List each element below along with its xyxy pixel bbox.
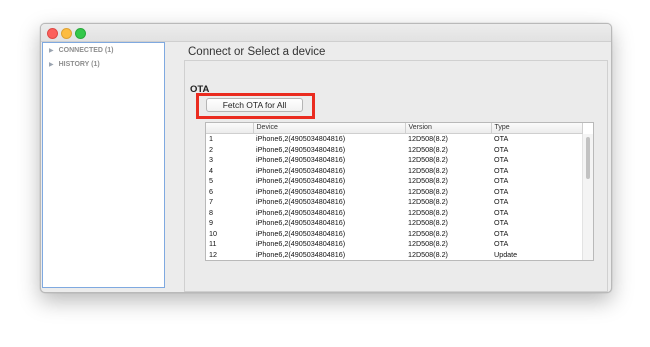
fetch-ota-button[interactable]: Fetch OTA for All bbox=[206, 98, 303, 112]
cell-index: 7 bbox=[209, 197, 213, 206]
table-row[interactable]: 9 iPhone6,2(4905034804816) 12D508(8.2) OTA bbox=[206, 218, 582, 229]
table-row[interactable]: 11 iPhone6,2(4905034804816) 12D508(8.2) OTA bbox=[206, 239, 582, 250]
disclosure-triangle-icon: ▶ bbox=[49, 48, 54, 54]
cell-version: 12D508(8.2) bbox=[408, 144, 448, 154]
table-row[interactable]: 8 iPhone6,2(4905034804816) 12D508(8.2) OTA bbox=[206, 208, 582, 219]
cell-type: Update bbox=[494, 249, 518, 259]
cell-version: 12D508(8.2) bbox=[408, 218, 448, 227]
zoom-window-button[interactable] bbox=[75, 28, 86, 39]
device-table-grid: Device Version Type 1 iPhone6,2(490503480… bbox=[206, 123, 583, 260]
table-row[interactable]: 10 iPhone6,2(4905034804816) 12D508(8.2) OTA bbox=[206, 229, 582, 240]
app-window: ▶ CONNECTED (1) ▶ HISTORY (1) Connect or S… bbox=[40, 23, 612, 293]
cell-device: iPhone6,2(4905034804816) bbox=[256, 239, 346, 248]
cell-version: 12D508(8.2) bbox=[408, 134, 448, 143]
cell-device: iPhone6,2(4905034804816) bbox=[256, 134, 346, 143]
cell-version: 12D508(8.2) bbox=[408, 186, 448, 196]
cell-type: OTA bbox=[494, 155, 509, 164]
cell-type: OTA bbox=[494, 134, 509, 143]
page-title: Connect or Select a device bbox=[188, 46, 326, 58]
table-row[interactable]: 2 iPhone6,2(4905034804816) 12D508(8.2) OTA bbox=[206, 145, 582, 156]
sidebar-item-connected[interactable]: ▶ CONNECTED (1) bbox=[43, 44, 164, 57]
table-row[interactable]: 12 iPhone6,2(4905034804816) 12D508(8.2) Upd… bbox=[206, 250, 582, 261]
table-row[interactable]: 3 iPhone6,2(4905034804816) 12D508(8.2) OTA bbox=[206, 155, 582, 166]
cell-type: OTA bbox=[494, 218, 509, 227]
title-bar bbox=[41, 24, 611, 42]
cell-version: 12D508(8.2) bbox=[408, 176, 448, 185]
cell-index: 2 bbox=[209, 144, 213, 154]
cell-version: 12D508(8.2) bbox=[408, 249, 448, 259]
table-row[interactable]: 6 iPhone6,2(4905034804816) 12D508(8.2) OTA bbox=[206, 187, 582, 198]
table-row[interactable]: 5 iPhone6,2(4905034804816) 12D508(8.2) OTA bbox=[206, 176, 582, 187]
column-header-device[interactable]: Device bbox=[253, 123, 406, 134]
cell-device: iPhone6,2(4905034804816) bbox=[256, 249, 346, 259]
main-content: Connect or Select a device OTA Fetch OTA… bbox=[168, 42, 611, 292]
cell-device: iPhone6,2(4905034804816) bbox=[256, 207, 346, 217]
cell-version: 12D508(8.2) bbox=[408, 155, 448, 164]
table-header-row: Device Version Type bbox=[206, 123, 583, 134]
cell-type: OTA bbox=[494, 144, 509, 154]
cell-type: OTA bbox=[494, 176, 509, 185]
cell-device: iPhone6,2(4905034804816) bbox=[256, 186, 346, 196]
cell-index: 5 bbox=[209, 176, 213, 185]
cell-index: 4 bbox=[209, 165, 213, 175]
cell-type: OTA bbox=[494, 165, 509, 175]
cell-type: OTA bbox=[494, 207, 509, 217]
column-header-version[interactable]: Version bbox=[405, 123, 492, 134]
cell-type: OTA bbox=[494, 228, 509, 238]
cell-version: 12D508(8.2) bbox=[408, 239, 448, 248]
cell-index: 10 bbox=[209, 228, 217, 238]
column-header-type[interactable]: Type bbox=[491, 123, 583, 134]
cell-index: 9 bbox=[209, 218, 213, 227]
cell-index: 1 bbox=[209, 134, 213, 143]
cell-device: iPhone6,2(4905034804816) bbox=[256, 155, 346, 164]
sidebar: ▶ CONNECTED (1) ▶ HISTORY (1) bbox=[42, 42, 165, 288]
cell-type: OTA bbox=[494, 239, 509, 248]
cell-index: 12 bbox=[209, 249, 217, 259]
cell-index: 11 bbox=[209, 239, 217, 248]
cell-index: 8 bbox=[209, 207, 213, 217]
cell-device: iPhone6,2(4905034804816) bbox=[256, 197, 346, 206]
cell-type: OTA bbox=[494, 197, 509, 206]
sidebar-item-label: CONNECTED (1) bbox=[58, 47, 114, 54]
cell-device: iPhone6,2(4905034804816) bbox=[256, 176, 346, 185]
table-row[interactable]: 4 iPhone6,2(4905034804816) 12D508(8.2) OTA bbox=[206, 166, 582, 177]
cell-version: 12D508(8.2) bbox=[408, 207, 448, 217]
disclosure-triangle-icon: ▶ bbox=[49, 62, 54, 68]
column-header-index[interactable] bbox=[206, 123, 254, 134]
cell-device: iPhone6,2(4905034804816) bbox=[256, 218, 346, 227]
table-row[interactable]: 7 iPhone6,2(4905034804816) 12D508(8.2) OTA bbox=[206, 197, 582, 208]
cell-device: iPhone6,2(4905034804816) bbox=[256, 165, 346, 175]
cell-version: 12D508(8.2) bbox=[408, 197, 448, 206]
cell-device: iPhone6,2(4905034804816) bbox=[256, 144, 346, 154]
table-scrollbar[interactable] bbox=[582, 134, 593, 260]
cell-version: 12D508(8.2) bbox=[408, 228, 448, 238]
cell-index: 3 bbox=[209, 155, 213, 164]
table-row[interactable]: 1 iPhone6,2(4905034804816) 12D508(8.2) OTA bbox=[206, 134, 582, 145]
minimize-window-button[interactable] bbox=[61, 28, 72, 39]
sidebar-item-history[interactable]: ▶ HISTORY (1) bbox=[43, 58, 164, 71]
cell-version: 12D508(8.2) bbox=[408, 165, 448, 175]
sidebar-item-label: HISTORY (1) bbox=[58, 61, 100, 68]
cell-type: OTA bbox=[494, 186, 509, 196]
cell-device: iPhone6,2(4905034804816) bbox=[256, 228, 346, 238]
cell-index: 6 bbox=[209, 186, 213, 196]
scrollbar-thumb[interactable] bbox=[586, 137, 590, 179]
close-window-button[interactable] bbox=[47, 28, 58, 39]
device-table: Device Version Type 1 iPhone6,2(490503480… bbox=[205, 122, 594, 261]
